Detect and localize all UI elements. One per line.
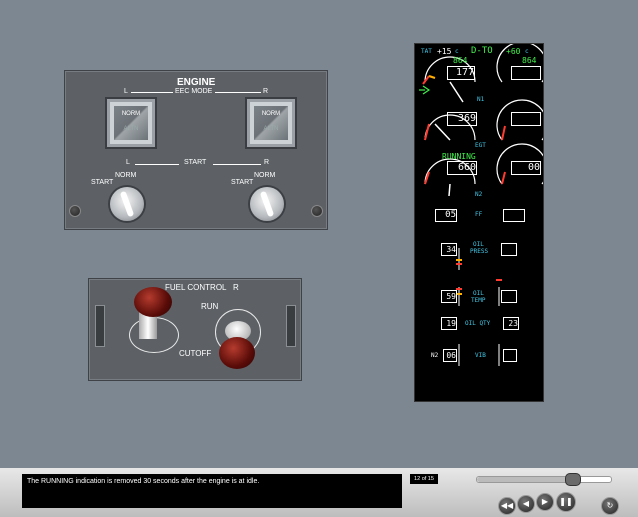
eec-right-norm-label: NORM (261, 111, 281, 117)
forward-button[interactable]: ▶ (536, 493, 554, 511)
eec-left-label: L (124, 88, 128, 95)
back-button[interactable]: ◀ (517, 495, 535, 513)
start-right-start-label: START (231, 179, 254, 186)
egt-right-readout (511, 112, 541, 126)
fuel-control-lever-cutoff[interactable] (219, 337, 255, 369)
divider-line (215, 92, 261, 93)
oil-qty-left-readout: 19 (441, 317, 457, 330)
vib-label: VIB (475, 352, 486, 359)
running-indication: RUNNING (442, 152, 476, 161)
eec-left-altn-label: ALTN (123, 126, 139, 132)
oil-temp-label-2: TEMP (471, 297, 486, 304)
tat-value: +15 (437, 47, 452, 56)
n2-right-readout: 00 (511, 161, 541, 175)
start-right-label: R (264, 159, 270, 166)
caption-box: The RUNNING indication is removed 30 sec… (22, 474, 402, 508)
vib-left-readout: 06 (443, 349, 457, 362)
oil-press-label-1: OIL (473, 241, 484, 248)
oil-temp-left-readout: 59 (441, 290, 457, 303)
fuel-control-side: R (233, 283, 239, 292)
eec-mode-label: EEC MODE (175, 88, 213, 95)
screw-icon (311, 205, 323, 217)
oil-press-left-readout: 34 (441, 243, 457, 256)
eec-right-label: R (263, 88, 269, 95)
eicas-display: TAT +15 c D-TO +60 c 864 864 177 N1 369 … (414, 43, 544, 402)
vib-prefix: N2 (431, 352, 439, 359)
start-right-norm-label: NORM (254, 172, 276, 179)
tat-unit: c (455, 48, 459, 55)
fuel-run-label: RUN (201, 302, 219, 311)
side-rail (95, 305, 105, 347)
fuel-control-title: FUEL CONTROL (165, 283, 227, 292)
oil-press-right-readout (501, 243, 517, 256)
progress-fill (477, 477, 574, 482)
vib-right-readout (503, 349, 517, 362)
divider-line (131, 92, 173, 93)
pause-button[interactable]: ❚❚ (556, 492, 576, 512)
start-left-label: L (126, 159, 130, 166)
start-left-start-label: START (91, 179, 114, 186)
mode-temp: +60 (506, 47, 521, 56)
n1-ref-left: 864 (453, 56, 468, 65)
eec-right-altn-label: ALTN (263, 126, 279, 132)
eec-left-norm-label: NORM (121, 111, 141, 117)
ff-label: FF (475, 211, 483, 218)
n1-label: N1 (477, 96, 485, 103)
engine-panel: ENGINE EEC MODE L R NORM ALTN NORM ALTN … (64, 70, 328, 230)
progress-track[interactable] (476, 476, 612, 483)
egt-left-readout: 369 (447, 112, 477, 126)
thrust-mode: D-TO (471, 46, 493, 56)
start-selector-left[interactable] (110, 187, 144, 221)
fuel-control-lever-run[interactable] (134, 287, 172, 317)
oil-press-label-2: PRESS (470, 248, 489, 255)
rewind-button[interactable]: ◀◀ (498, 497, 516, 515)
side-rail (286, 305, 296, 347)
fuel-cutoff-label: CUTOFF (179, 349, 212, 358)
ff-right-readout (503, 209, 525, 222)
progress-thumb[interactable] (565, 473, 582, 486)
engine-title: ENGINE (177, 77, 216, 88)
screw-icon (69, 205, 81, 217)
n2-needle (448, 183, 451, 197)
divider-line (135, 164, 179, 165)
egt-label: EGT (475, 142, 486, 149)
start-left-norm-label: NORM (115, 172, 137, 179)
tat-label: TAT (421, 48, 432, 55)
start-selector-right[interactable] (250, 187, 284, 221)
eec-mode-left-button[interactable]: NORM ALTN (107, 99, 155, 147)
ff-left-readout: 05 (435, 209, 457, 222)
n1-needle (449, 81, 464, 103)
mode-temp-unit: c (525, 48, 529, 55)
oil-qty-right-readout: 23 (503, 317, 519, 330)
replay-button[interactable]: ↻ (601, 497, 619, 515)
eec-mode-right-button[interactable]: NORM ALTN (247, 99, 295, 147)
oil-temp-right-readout (501, 290, 517, 303)
n1-left-readout: 177 (447, 66, 475, 80)
n1-ref-right: 864 (522, 56, 537, 65)
egt-needle (434, 123, 451, 141)
fuel-control-panel: FUEL CONTROL R RUN CUTOFF (88, 278, 302, 381)
n2-left-readout: 660 (447, 161, 477, 175)
page-counter: 12 of 15 (410, 474, 438, 484)
oil-qty-label: OIL QTY (465, 320, 491, 327)
n1-right-readout (511, 66, 541, 80)
start-title: START (184, 159, 207, 166)
divider-line (213, 164, 261, 165)
oil-temp-label-1: OIL (473, 290, 484, 297)
n2-label: N2 (475, 191, 483, 198)
